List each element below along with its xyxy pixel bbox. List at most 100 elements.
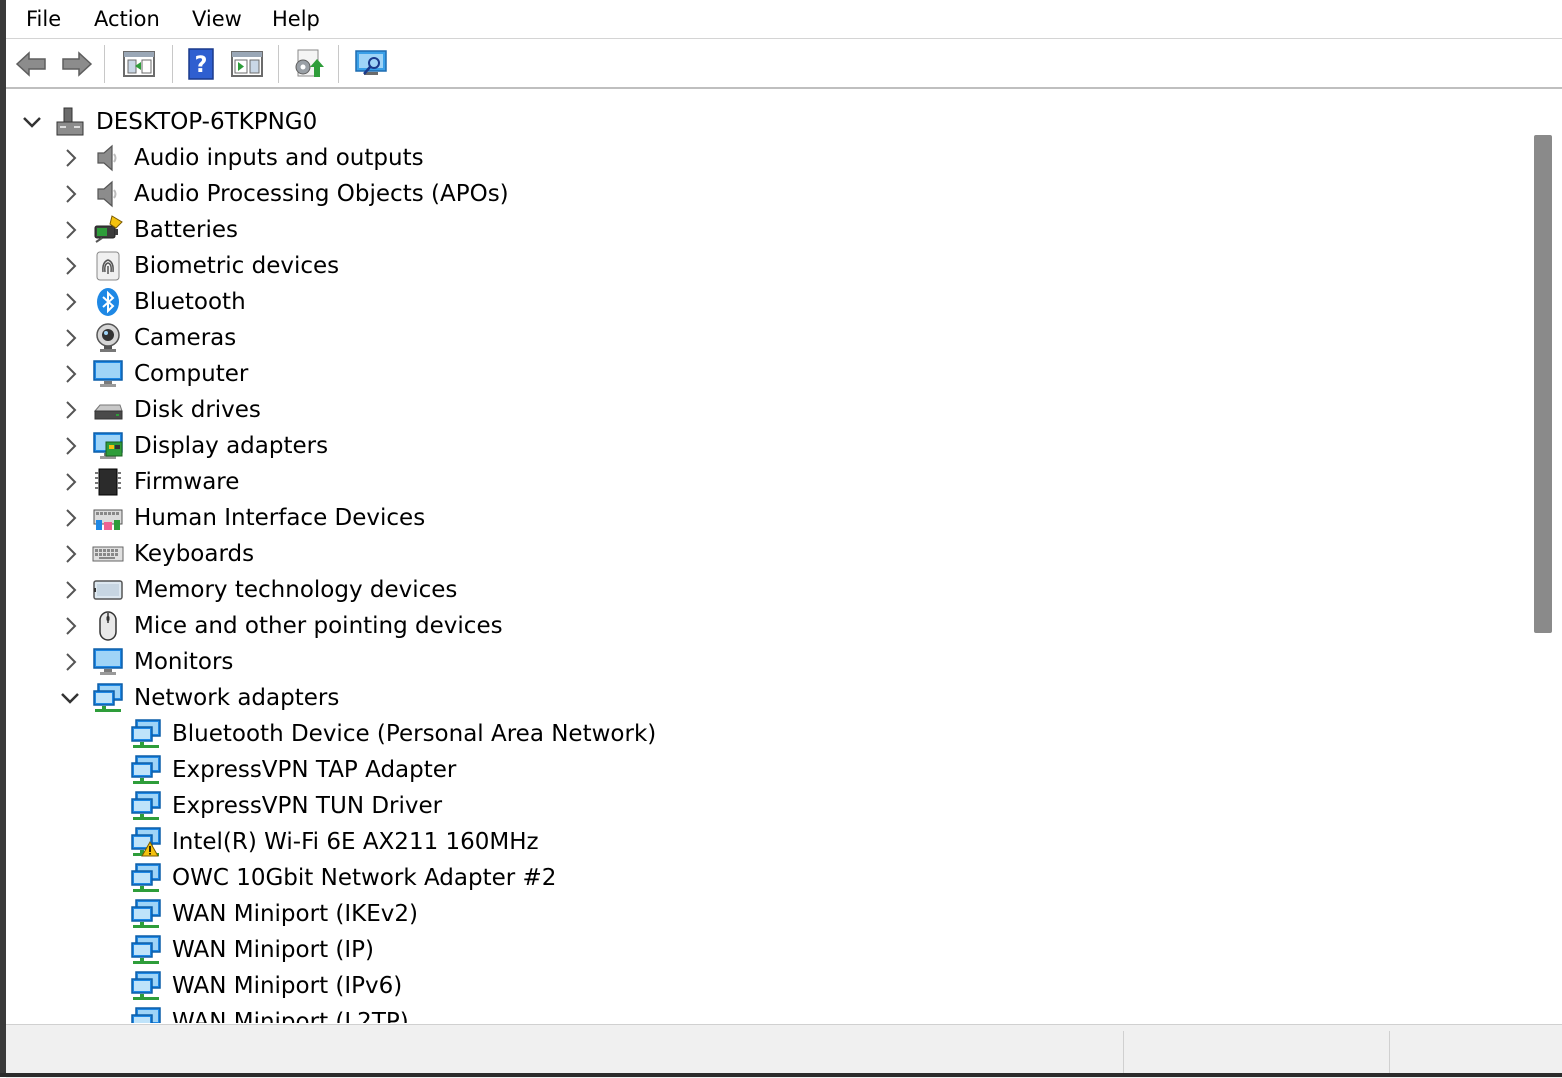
memory-device-icon [92, 574, 124, 606]
tree-row-category-0[interactable]: Audio inputs and outputs [6, 140, 1506, 176]
network-adapter-icon [130, 1006, 162, 1023]
chevron-right-icon[interactable] [58, 506, 82, 530]
tree-row-network-adapter-5[interactable]: WAN Miniport (IKEv2) [6, 896, 1506, 932]
svg-text:?: ? [195, 53, 208, 78]
tree-row-category-6[interactable]: Computer [6, 356, 1506, 392]
tree-row-category-11[interactable]: Keyboards [6, 536, 1506, 572]
show-hide-console-tree-icon[interactable] [122, 47, 156, 81]
chevron-right-icon[interactable] [58, 542, 82, 566]
tree-row-network-adapter-7[interactable]: WAN Miniport (IPv6) [6, 968, 1506, 1004]
display-adapter-icon [92, 430, 124, 462]
menu-view[interactable]: View [188, 4, 246, 34]
tree-row-network-adapter-2[interactable]: ExpressVPN TUN Driver [6, 788, 1506, 824]
tree-item-label: WAN Miniport (IP) [172, 937, 374, 963]
scan-hardware-changes-icon[interactable] [354, 47, 388, 81]
speaker-icon [92, 178, 124, 210]
tree-row-category-8[interactable]: Display adapters [6, 428, 1506, 464]
chevron-right-icon[interactable] [58, 578, 82, 602]
hid-icon [92, 502, 124, 534]
tree-row-network-adapter-3[interactable]: Intel(R) Wi-Fi 6E AX211 160MHz [6, 824, 1506, 860]
tree-row-category-12[interactable]: Memory technology devices [6, 572, 1506, 608]
chevron-right-icon[interactable] [58, 614, 82, 638]
speaker-icon [92, 142, 124, 174]
help-icon[interactable]: ? [184, 47, 218, 81]
network-adapter-warning-icon [130, 826, 162, 858]
tree-item-label: Intel(R) Wi-Fi 6E AX211 160MHz [172, 829, 539, 855]
status-divider [1389, 1031, 1390, 1075]
chip-icon [92, 466, 124, 498]
status-bar [6, 1024, 1562, 1078]
network-adapter-icon [130, 754, 162, 786]
toolbar-separator [104, 45, 105, 83]
chevron-right-icon[interactable] [58, 254, 82, 278]
tree-row-category-4[interactable]: Bluetooth [6, 284, 1506, 320]
tree-row-network-adapter-6[interactable]: WAN Miniport (IP) [6, 932, 1506, 968]
scrollbar-thumb[interactable] [1534, 135, 1552, 633]
chevron-right-icon[interactable] [58, 470, 82, 494]
forward-arrow-icon[interactable] [60, 47, 94, 81]
monitor-icon [92, 358, 124, 390]
tree-item-label: ExpressVPN TUN Driver [172, 793, 443, 819]
tree-item-label: Memory technology devices [134, 577, 458, 603]
vertical-scrollbar[interactable] [1528, 101, 1562, 1023]
tree-root-label: DESKTOP-6TKPNG0 [96, 109, 318, 135]
tree-item-label: Cameras [134, 325, 237, 351]
back-arrow-icon[interactable] [14, 47, 48, 81]
tree-row-category-10[interactable]: Human Interface Devices [6, 500, 1506, 536]
menu-file[interactable]: File [22, 4, 65, 34]
tree-row-network-adapter-4[interactable]: OWC 10Gbit Network Adapter #2 [6, 860, 1506, 896]
network-adapter-icon [130, 970, 162, 1002]
tree-item-label: Monitors [134, 649, 234, 675]
network-adapter-icon [130, 862, 162, 894]
network-adapter-icon [130, 898, 162, 930]
chevron-right-icon[interactable] [58, 650, 82, 674]
tree-row-category-1[interactable]: Audio Processing Objects (APOs) [6, 176, 1506, 212]
chevron-right-icon[interactable] [58, 326, 82, 350]
monitor-icon [92, 646, 124, 678]
device-tree: DESKTOP-6TKPNG0 Audio inputs and outputs… [6, 101, 1528, 1023]
chevron-right-icon[interactable] [58, 362, 82, 386]
chevron-right-icon[interactable] [58, 182, 82, 206]
menu-action[interactable]: Action [90, 4, 164, 34]
tree-row-category-3[interactable]: Biometric devices [6, 248, 1506, 284]
tree-row-network-adapter-1[interactable]: ExpressVPN TAP Adapter [6, 752, 1506, 788]
update-driver-icon[interactable] [290, 47, 324, 81]
fingerprint-icon [92, 250, 124, 282]
tree-row-network-adapter-8[interactable]: WAN Miniport (L2TP) [6, 1004, 1506, 1023]
tree-item-label: Display adapters [134, 433, 329, 459]
tree-row-category-2[interactable]: Batteries [6, 212, 1506, 248]
tree-item-label: Human Interface Devices [134, 505, 426, 531]
tree-item-label: Bluetooth [134, 289, 246, 315]
tree-root-row[interactable]: DESKTOP-6TKPNG0 [6, 104, 1506, 140]
chevron-right-icon[interactable] [58, 146, 82, 170]
chevron-right-icon[interactable] [58, 218, 82, 242]
tree-item-label: ExpressVPN TAP Adapter [172, 757, 457, 783]
toolbar-separator [172, 45, 173, 83]
tree-row-category-7[interactable]: Disk drives [6, 392, 1506, 428]
chevron-down-icon[interactable] [20, 110, 44, 134]
battery-icon [92, 214, 124, 246]
menu-help[interactable]: Help [268, 4, 324, 34]
network-adapter-icon [92, 682, 124, 714]
disk-drive-icon [92, 394, 124, 426]
network-adapter-icon [130, 790, 162, 822]
tree-item-label: Keyboards [134, 541, 255, 567]
chevron-right-icon[interactable] [58, 434, 82, 458]
tree-row-category-15[interactable]: Network adapters [6, 680, 1506, 716]
tree-row-category-14[interactable]: Monitors [6, 644, 1506, 680]
properties-pane-icon[interactable] [230, 47, 264, 81]
tree-item-label: Biometric devices [134, 253, 340, 279]
tree-row-network-adapter-0[interactable]: Bluetooth Device (Personal Area Network) [6, 716, 1506, 752]
tree-row-category-9[interactable]: Firmware [6, 464, 1506, 500]
tree-item-label: Computer [134, 361, 249, 387]
mouse-icon [92, 610, 124, 642]
tree-row-category-13[interactable]: Mice and other pointing devices [6, 608, 1506, 644]
computer-tower-icon [54, 106, 86, 138]
tree-row-category-5[interactable]: Cameras [6, 320, 1506, 356]
tree-item-label: Disk drives [134, 397, 261, 423]
menu-bar: File Action View Help [6, 0, 1562, 39]
tree-item-label: WAN Miniport (L2TP) [172, 1009, 409, 1023]
chevron-right-icon[interactable] [58, 290, 82, 314]
chevron-right-icon[interactable] [58, 398, 82, 422]
chevron-down-icon[interactable] [58, 686, 82, 710]
